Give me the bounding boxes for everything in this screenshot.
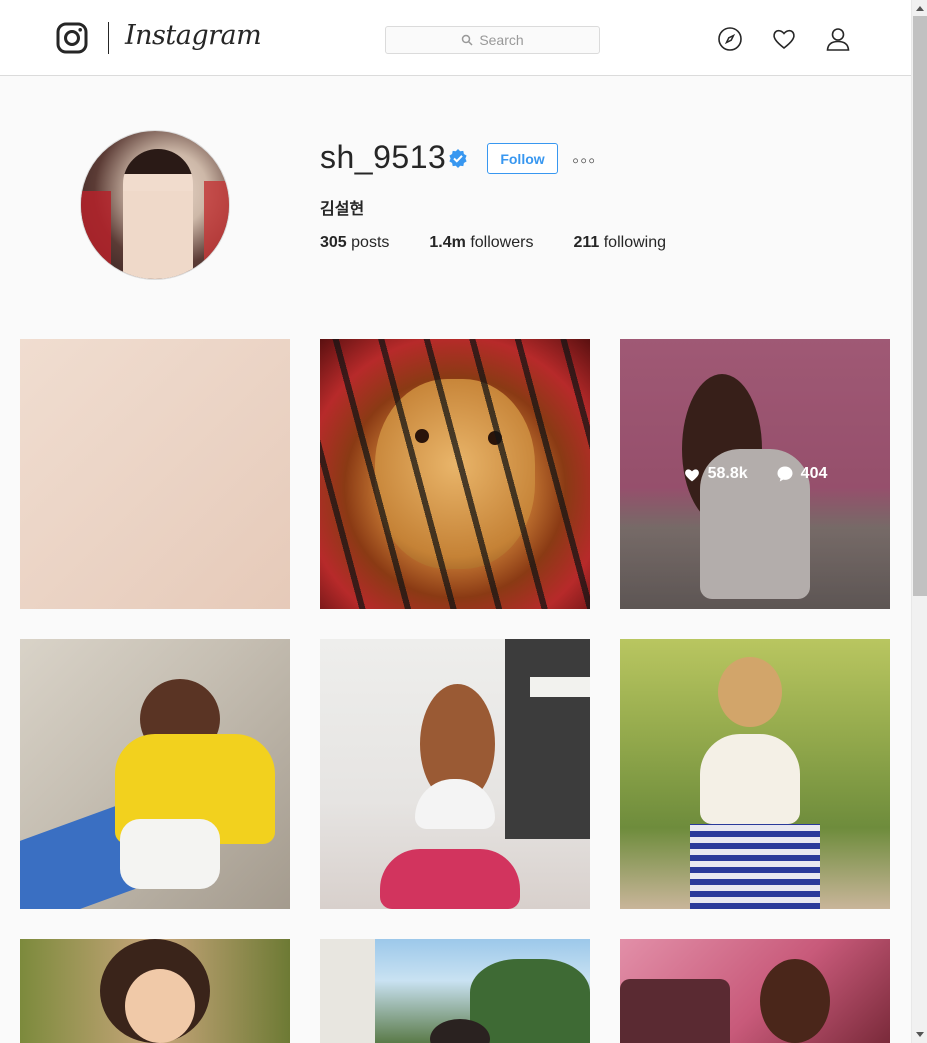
post-thumbnail[interactable] xyxy=(20,639,290,909)
logo-divider xyxy=(108,22,109,54)
cage-bars xyxy=(320,339,590,609)
post-thumbnail[interactable] xyxy=(620,639,890,909)
photo-doorway xyxy=(505,639,590,839)
photo-top xyxy=(700,734,800,824)
profile-stats: 305 posts 1.4m followers 211 following xyxy=(320,234,706,252)
photo-pants xyxy=(380,849,520,909)
photo-shorts xyxy=(120,819,220,889)
photo-palms xyxy=(470,959,590,1043)
post-thumbnail[interactable] xyxy=(620,939,890,1043)
likes-count: 58.8k xyxy=(683,465,748,483)
posts-count: 305 xyxy=(320,234,347,251)
post-thumbnail[interactable] xyxy=(20,939,290,1043)
post-thumbnail[interactable] xyxy=(20,339,290,609)
photo-skirt xyxy=(690,824,820,909)
compass-icon[interactable] xyxy=(717,26,743,52)
avatar-figure xyxy=(123,149,193,279)
instagram-wordmark[interactable]: Instagram xyxy=(125,20,262,51)
search-icon xyxy=(462,34,473,46)
vertical-scrollbar[interactable] xyxy=(911,0,927,1043)
heart-icon[interactable] xyxy=(771,26,797,52)
post-thumbnail[interactable] xyxy=(320,639,590,909)
photo-hair xyxy=(718,657,782,727)
search-input[interactable]: Search xyxy=(385,26,600,54)
search-placeholder: Search xyxy=(479,32,524,48)
more-options-icon[interactable]: ◦◦◦ xyxy=(572,150,596,173)
photo-sign xyxy=(530,677,590,697)
followers-stat[interactable]: 1.4m followers xyxy=(429,234,533,252)
comment-filled-icon xyxy=(777,466,793,482)
photo-hair xyxy=(760,959,830,1043)
followers-label: followers xyxy=(470,234,534,251)
profile-username: sh_9513 xyxy=(320,139,447,175)
post-thumbnail[interactable] xyxy=(320,339,590,609)
following-label: following xyxy=(603,234,666,251)
instagram-glyph-icon[interactable] xyxy=(56,22,88,54)
likes-value: 58.8k xyxy=(707,465,748,482)
profile-full-name: 김설현 xyxy=(320,199,365,218)
heart-filled-icon xyxy=(684,468,699,481)
scroll-down-arrow-icon[interactable] xyxy=(916,1032,924,1037)
follow-button[interactable]: Follow xyxy=(487,143,558,174)
posts-stat: 305 posts xyxy=(320,234,389,252)
post-thumbnail[interactable] xyxy=(320,939,590,1043)
profile-avatar[interactable] xyxy=(80,130,230,280)
verified-badge-icon xyxy=(449,149,467,168)
scrollbar-thumb[interactable] xyxy=(913,16,927,596)
photo-car xyxy=(620,979,730,1043)
post-thumbnail[interactable]: 58.8k 404 xyxy=(620,339,890,609)
user-icon[interactable] xyxy=(825,26,851,52)
followers-count: 1.4m xyxy=(429,234,466,251)
avatar-backdrop-left xyxy=(81,191,111,279)
comments-value: 404 xyxy=(800,465,828,482)
following-stat[interactable]: 211 following xyxy=(573,234,666,252)
post-hover-overlay: 58.8k 404 xyxy=(620,339,890,609)
photo-face xyxy=(125,969,195,1043)
comments-count: 404 xyxy=(776,465,828,483)
top-nav-bar: Instagram Search xyxy=(0,0,911,76)
following-count: 211 xyxy=(573,234,600,251)
avatar-backdrop-right xyxy=(204,181,229,279)
scroll-up-arrow-icon[interactable] xyxy=(916,6,924,11)
photo-building xyxy=(320,939,375,1043)
posts-label: posts xyxy=(351,234,390,251)
